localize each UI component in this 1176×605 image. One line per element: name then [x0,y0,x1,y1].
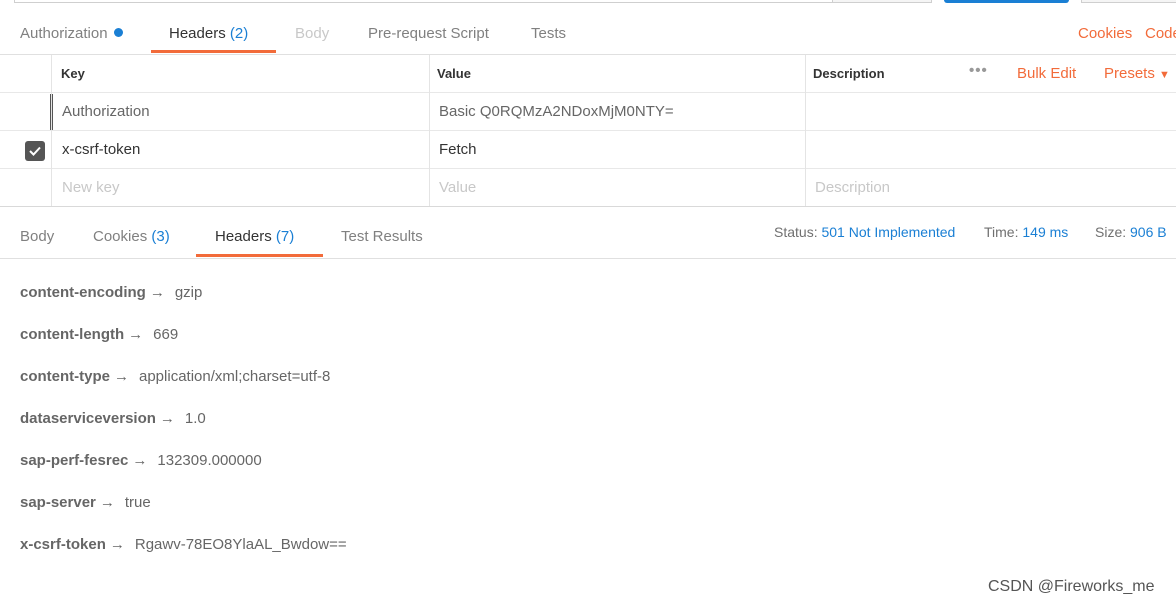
new-value-input[interactable]: Value [439,169,476,206]
bulk-edit-link[interactable]: Bulk Edit [1017,55,1076,92]
tab-authorization[interactable]: Authorization [20,14,123,53]
params-button[interactable] [832,0,932,3]
cookies-link[interactable]: Cookies [1078,25,1132,42]
tab-cookies-count: (3) [151,228,170,245]
presets-label: Presets [1104,65,1155,82]
tab-cookies-label: Cookies [93,228,148,245]
status-value[interactable]: 501 Not Implemented [821,224,955,240]
time-readout: Time: 149 ms [984,224,1068,240]
arrow-right-icon: → [109,536,125,553]
arrow-right-icon: → [128,326,144,343]
list-item: content-length → 669 [20,326,178,343]
send-button[interactable] [944,0,1069,3]
size-label: Size: [1095,224,1127,240]
url-input[interactable] [14,0,834,3]
size-readout: Size: 906 B [1095,224,1167,240]
time-label: Time: [984,224,1019,240]
tab-test-results[interactable]: Test Results [341,217,423,257]
response-header-value: Rgawv-78EO8YlaAL_Bwdow== [134,536,347,553]
header-key-cell[interactable]: Authorization [62,93,150,130]
tab-headers[interactable]: Headers (2) [169,14,248,53]
active-tab-indicator [151,50,276,53]
status-readout: Status: 501 Not Implemented [774,224,955,240]
tab-pre-request-script[interactable]: Pre-request Script [368,14,489,53]
tab-response-cookies[interactable]: Cookies (3) [93,217,170,257]
tab-headers-label: Headers [215,228,272,245]
watermark: CSDN @Fireworks_me [988,578,1155,595]
list-item: content-type → application/xml;charset=utf… [20,368,330,385]
tab-tests[interactable]: Tests [531,14,566,53]
header-key-cell[interactable]: x-csrf-token [62,131,140,168]
row-enabled-checkbox[interactable] [25,141,45,161]
response-header-value: true [124,494,151,511]
response-header-key: content-length [20,326,125,343]
arrow-right-icon: → [99,494,115,511]
response-header-value: 1.0 [184,410,206,427]
column-description-header: Description [813,66,885,81]
top-toolbar-remnant [0,0,1176,4]
column-divider [51,55,52,206]
response-header-key: x-csrf-token [20,536,106,553]
arrow-right-icon: → [114,368,129,385]
response-header-key: sap-perf-fesrec [20,452,129,469]
new-key-input[interactable]: New key [62,169,120,206]
list-item: dataserviceversion → 1.0 [20,410,206,427]
active-response-tab-indicator [196,254,323,257]
new-description-input[interactable]: Description [815,169,890,206]
more-options-icon[interactable]: ••• [969,52,988,89]
list-item: sap-perf-fesrec → 132309.000000 [20,452,262,469]
column-divider [429,55,430,206]
table-header-row: Key Value Description ••• Bulk Edit Pres… [0,55,1176,93]
checkmark-icon [29,146,41,156]
response-header-value: gzip [174,284,203,301]
list-item: sap-server → true [20,494,151,511]
column-divider [805,55,806,206]
tab-response-body[interactable]: Body [20,217,54,257]
response-header-key: content-type [20,368,110,385]
status-label: Status: [774,224,818,240]
arrow-right-icon: → [159,410,175,427]
header-value-cell[interactable]: Basic Q0RQMzA2NDoxMjM0NTY= [439,93,674,130]
new-header-row: New key Value Description [0,169,1176,206]
save-button[interactable] [1081,0,1176,3]
caret-down-icon: ▼ [1159,69,1170,81]
modified-dot-icon [113,28,123,37]
table-row: Authorization Basic Q0RQMzA2NDoxMjM0NTY= [0,93,1176,131]
tab-headers-count: (2) [229,25,249,42]
presets-dropdown[interactable]: Presets ▼ [1104,55,1170,92]
tab-headers-label: Headers [169,25,226,42]
tab-authorization-label: Authorization [20,25,108,42]
list-item: x-csrf-token → Rgawv-78EO8YlaAL_Bwdow== [20,536,347,553]
tab-headers-count: (7) [275,228,295,245]
request-tabs: Authorization Headers (2) Body Pre-reque… [0,14,1176,55]
tab-response-headers[interactable]: Headers (7) [215,217,294,257]
list-item: content-encoding → gzip [20,284,202,301]
size-value[interactable]: 906 B [1130,224,1167,240]
table-row: x-csrf-token Fetch [0,131,1176,169]
header-value-cell[interactable]: Fetch [439,131,477,168]
tab-body[interactable]: Body [295,14,329,53]
response-header-key: sap-server [20,494,96,511]
arrow-right-icon: → [149,284,165,301]
arrow-right-icon: → [132,452,148,469]
column-key-header: Key [61,66,85,81]
column-value-header: Value [437,66,471,81]
response-tabs: Body Cookies (3) Headers (7) Test Result… [0,206,1176,259]
response-header-value: 132309.000000 [157,452,262,469]
response-header-value: 669 [153,326,179,343]
time-value[interactable]: 149 ms [1022,224,1068,240]
response-header-key: dataserviceversion [20,410,156,427]
response-header-key: content-encoding [20,284,146,301]
response-header-value: application/xml;charset=utf-8 [139,368,331,385]
code-link[interactable]: Code [1145,25,1176,42]
